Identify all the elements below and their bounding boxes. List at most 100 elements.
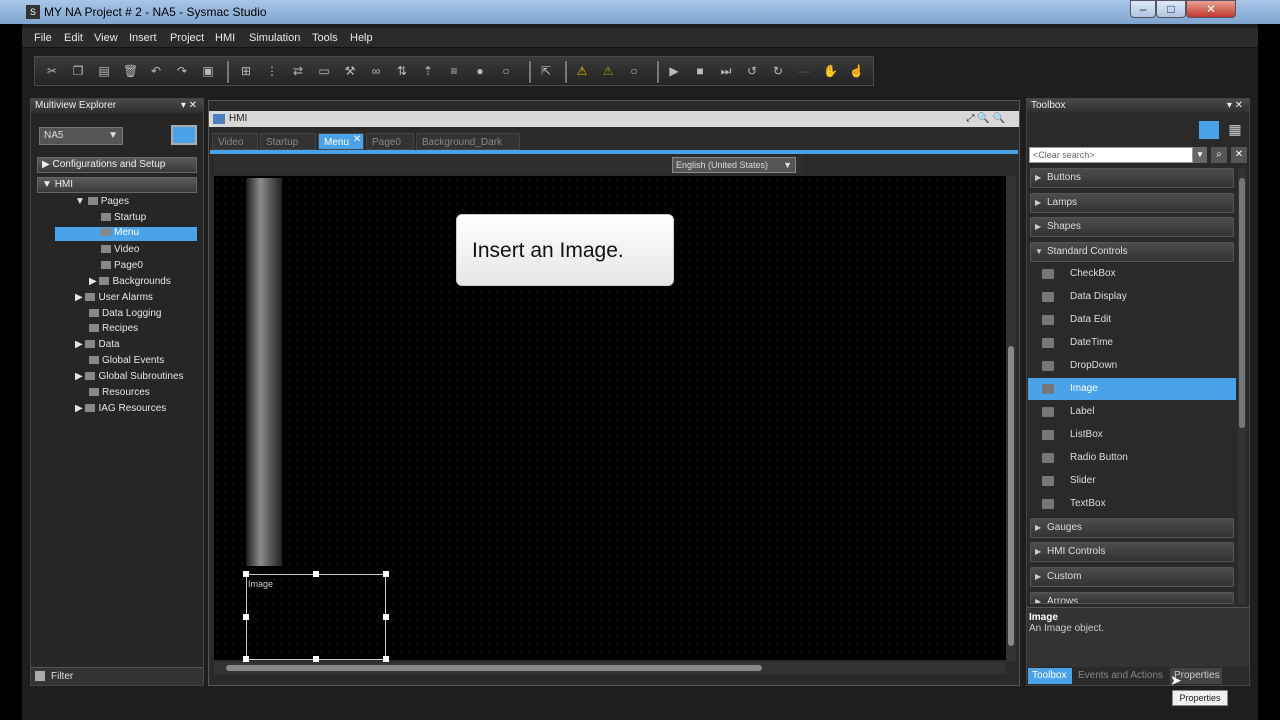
configurations-button[interactable]: ▶ Configurations and Setup xyxy=(37,157,197,173)
save-icon[interactable]: ▣ xyxy=(201,64,215,78)
tree-item-video[interactable]: Video xyxy=(101,244,139,255)
tree-item-global-subroutines[interactable]: ▶ Global Subroutines xyxy=(75,371,184,382)
error-icon[interactable]: ⚠ xyxy=(601,64,615,78)
toolbox-item-listbox[interactable]: ListBox xyxy=(1028,424,1236,446)
align-icon[interactable]: ⊞ xyxy=(239,64,253,78)
binoculars-icon[interactable]: ∞ xyxy=(369,64,383,78)
toolbox-search-input[interactable]: <Clear search> xyxy=(1029,147,1193,163)
undo-icon[interactable]: ↶ xyxy=(149,64,163,78)
image-object[interactable]: Image xyxy=(246,574,386,660)
toolbox-item-data-edit[interactable]: Data Edit xyxy=(1028,309,1236,331)
resize-handle[interactable] xyxy=(383,614,389,620)
resize-handle[interactable] xyxy=(383,571,389,577)
circle-icon[interactable]: ○ xyxy=(627,64,641,78)
filter-bar[interactable]: Filter xyxy=(31,667,203,685)
close-button[interactable]: ✕ xyxy=(1186,0,1236,18)
menu-edit[interactable]: Edit xyxy=(64,32,83,44)
breakpoint-icon[interactable]: — xyxy=(797,64,811,78)
toolbox-item-data-display[interactable]: Data Display xyxy=(1028,286,1236,308)
maximize-button[interactable]: □ xyxy=(1156,0,1186,18)
stop-icon[interactable]: ■ xyxy=(693,64,707,78)
tree-item-data-logging[interactable]: Data Logging xyxy=(89,308,162,319)
delete-icon[interactable]: 🗑 xyxy=(123,64,138,78)
pin-icon[interactable]: ▾ ✕ xyxy=(181,99,197,113)
resize-handle[interactable] xyxy=(243,614,249,620)
tree-item-backgrounds[interactable]: ▶ Backgrounds xyxy=(89,276,171,287)
cut-icon[interactable]: ✂ xyxy=(45,64,59,78)
minimize-button[interactable]: – xyxy=(1130,0,1156,18)
resize-handle[interactable] xyxy=(313,571,319,577)
list-view-icon[interactable] xyxy=(1199,121,1219,139)
upload-icon[interactable]: ⇡ xyxy=(421,64,435,78)
zoom-icons[interactable]: ⤢ 🔍 🔍 xyxy=(967,111,1005,127)
cursor-icon[interactable]: ⇱ xyxy=(539,64,553,78)
language-select[interactable]: English (United States) ▼ xyxy=(672,157,796,173)
device-select[interactable]: NA5 ▼ xyxy=(39,127,123,145)
menu-insert[interactable]: Insert xyxy=(129,32,157,44)
tree-item-pages[interactable]: ▼ Pages xyxy=(75,196,129,207)
tree-item-recipes[interactable]: Recipes xyxy=(89,323,138,334)
tab-toolbox[interactable]: Toolbox xyxy=(1028,668,1072,684)
tab-video[interactable]: Video xyxy=(212,133,258,150)
toolbox-item-textbox[interactable]: TextBox xyxy=(1028,493,1236,515)
step-forward-icon[interactable]: ↻ xyxy=(771,64,785,78)
offline-icon[interactable]: ○ xyxy=(499,64,513,78)
tab-close-icon[interactable]: ✕ xyxy=(353,134,361,145)
scrollbar-thumb[interactable] xyxy=(1008,346,1014,646)
grid-view-icon[interactable]: ▦ xyxy=(1225,121,1245,139)
menu-simulation[interactable]: Simulation xyxy=(249,32,300,44)
toolbox-item-datetime[interactable]: DateTime xyxy=(1028,332,1236,354)
menu-hmi[interactable]: HMI xyxy=(215,32,235,44)
category-buttons[interactable]: Buttons xyxy=(1030,168,1234,188)
category-standard-controls[interactable]: Standard Controls xyxy=(1030,242,1234,262)
horizontal-scrollbar[interactable] xyxy=(214,662,1006,674)
menu-help[interactable]: Help xyxy=(350,32,373,44)
menu-project[interactable]: Project xyxy=(170,32,204,44)
hmi-button[interactable]: ▼ HMI xyxy=(37,177,197,193)
menu-tools[interactable]: Tools xyxy=(312,32,338,44)
device-monitor-icon[interactable] xyxy=(171,125,197,145)
paste-icon[interactable]: ▤ xyxy=(97,64,111,78)
tree-item-data[interactable]: ▶ Data xyxy=(75,339,120,350)
tab-page0[interactable]: Page0 xyxy=(366,133,414,150)
scrollbar-thumb[interactable] xyxy=(226,665,762,671)
vertical-scrollbar[interactable] xyxy=(1006,176,1016,662)
menu-file[interactable]: File xyxy=(34,32,52,44)
category-custom[interactable]: Custom xyxy=(1030,567,1234,587)
resize-handle[interactable] xyxy=(243,571,249,577)
tree-item-startup[interactable]: Startup xyxy=(101,212,146,223)
toolbox-item-checkbox[interactable]: CheckBox xyxy=(1028,263,1236,285)
tree-item-global-events[interactable]: Global Events xyxy=(89,355,164,366)
tree-item-resources[interactable]: Resources xyxy=(89,387,150,398)
pin-icon[interactable]: ▾ ✕ xyxy=(1227,99,1243,113)
tab-startup[interactable]: Startup xyxy=(260,133,316,150)
redo-icon[interactable]: ↷ xyxy=(175,64,189,78)
search-icon[interactable]: ⌕ xyxy=(1211,147,1227,163)
tree-item-iag-resources[interactable]: ▶ IAG Resources xyxy=(75,403,166,414)
menu-view[interactable]: View xyxy=(94,32,118,44)
toolbox-item-dropdown[interactable]: DropDown xyxy=(1028,355,1236,377)
online-icon[interactable]: ● xyxy=(473,64,487,78)
toolbox-item-radio-button[interactable]: Radio Button xyxy=(1028,447,1236,469)
step-back-icon[interactable]: ↺ xyxy=(745,64,759,78)
category-lamps[interactable]: Lamps xyxy=(1030,193,1234,213)
tree-item-user-alarms[interactable]: ▶ User Alarms xyxy=(75,292,153,303)
tab-background-dark[interactable]: Background_Dark xyxy=(416,133,520,150)
tree-item-menu[interactable]: Menu xyxy=(55,227,197,241)
transfer-icon[interactable]: ⇅ xyxy=(395,64,409,78)
category-hmi-controls[interactable]: HMI Controls xyxy=(1030,542,1234,562)
category-arrows[interactable]: Arrows xyxy=(1030,592,1234,604)
clear-search-icon[interactable]: ✕ xyxy=(1231,147,1247,163)
tree-item-page0[interactable]: Page0 xyxy=(101,260,143,271)
copy-icon[interactable]: ❐ xyxy=(71,64,85,78)
monitor-icon[interactable]: ▭ xyxy=(317,64,331,78)
compare-icon[interactable]: ≡ xyxy=(447,64,461,78)
hand-icon[interactable]: ✋ xyxy=(823,64,838,78)
run-icon[interactable]: ▶ xyxy=(667,64,681,78)
toolbox-item-label[interactable]: Label xyxy=(1028,401,1236,423)
step-icon[interactable]: ⏭ xyxy=(719,64,733,78)
toolbox-scrollbar[interactable] xyxy=(1238,168,1246,604)
category-gauges[interactable]: Gauges xyxy=(1030,518,1234,538)
chevron-down-icon[interactable]: ▼ xyxy=(1193,147,1207,163)
pointer-icon[interactable]: ☝ xyxy=(849,64,864,78)
